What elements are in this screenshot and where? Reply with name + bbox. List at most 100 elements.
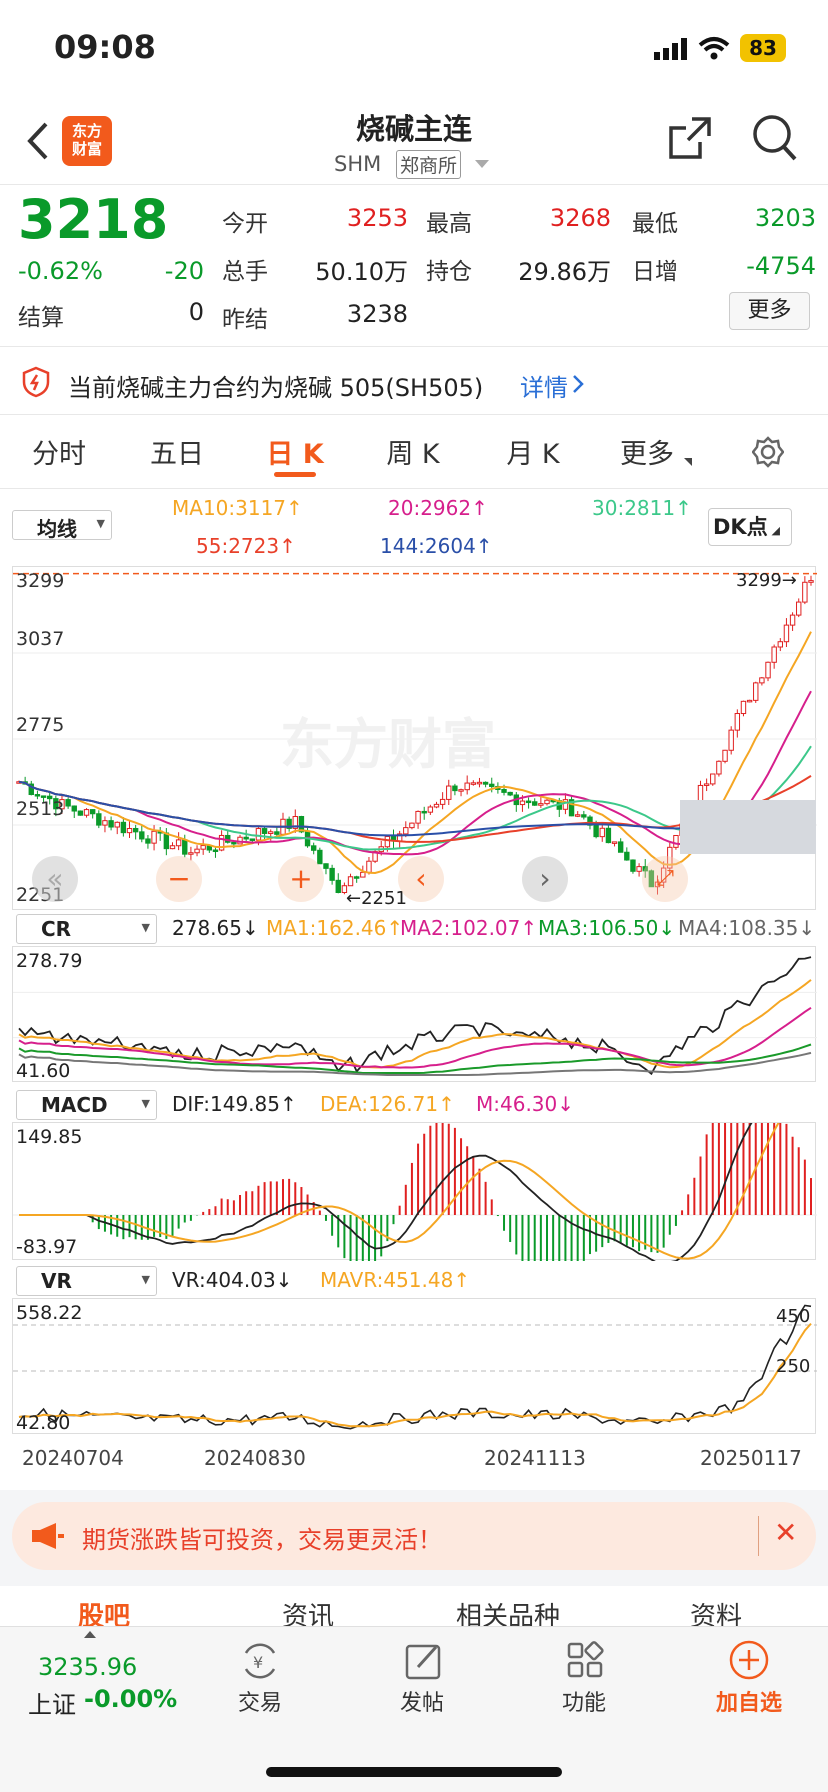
search-icon[interactable]: [752, 114, 798, 166]
tab-five-day[interactable]: 五日: [132, 432, 222, 471]
post-button[interactable]: 发帖: [382, 1685, 462, 1717]
cr-ma1: MA1:162.46↑: [266, 916, 404, 940]
tab-daily-k[interactable]: 日 K: [250, 432, 340, 471]
cr-ma2: MA2:102.07↑: [400, 916, 538, 940]
notice-text: 当前烧碱主力合约为烧碱 505(SH505): [68, 374, 484, 402]
dk-point-button[interactable]: DK点 ◢: [708, 508, 792, 546]
price-axis-2: 3037: [16, 628, 65, 650]
candle-body: [507, 791, 513, 796]
candle-body: [163, 832, 170, 850]
add-circle-icon: [728, 1639, 770, 1685]
candle-body: [673, 835, 679, 848]
candle-body: [759, 677, 765, 684]
candle-body: [525, 800, 532, 804]
candle-body: [323, 863, 329, 869]
candle-body: [317, 849, 323, 865]
divider: [758, 1516, 759, 1556]
subtab-related[interactable]: 相关品种: [456, 1596, 560, 1626]
zoom-out-icon[interactable]: −: [156, 856, 202, 902]
candle-body: [360, 871, 366, 878]
cr-value: 278.65↓: [172, 916, 259, 940]
exchange-dropdown-icon[interactable]: [475, 160, 489, 168]
daily-increase-label: 日增: [632, 259, 678, 285]
ma30-label: 30:2811↑: [592, 496, 692, 520]
macd-chart[interactable]: [12, 1048, 817, 1280]
candle-body: [458, 789, 464, 792]
close-icon[interactable]: ✕: [774, 1516, 797, 1549]
change-value: -20: [164, 257, 204, 285]
candle-body: [255, 828, 262, 841]
battery-level: 83: [749, 36, 777, 60]
scroll-left-icon[interactable]: ‹: [398, 856, 444, 902]
divider: [0, 184, 828, 185]
ma-select[interactable]: 均线 ▼: [12, 510, 112, 541]
exchange-badge: 郑商所: [396, 150, 462, 179]
cr-ma4: MA4:108.35↓: [678, 916, 816, 940]
dropdown-icon: ▼: [141, 1097, 150, 1110]
candle-body: [532, 801, 538, 806]
candle-body: [102, 820, 108, 826]
candle-body: [728, 729, 734, 751]
vr-ref-450: 450: [776, 1306, 811, 1327]
subtab-forum[interactable]: 股吧: [78, 1596, 130, 1626]
index-value[interactable]: 3235.96: [38, 1653, 137, 1681]
candle-body: [470, 782, 477, 785]
candle-body: [194, 848, 200, 854]
high-marker: 3299→: [736, 570, 797, 591]
candle-body: [771, 646, 777, 663]
candle-body: [34, 794, 41, 797]
cr-select[interactable]: CR ▼: [16, 914, 157, 944]
zoom-in-icon[interactable]: +: [278, 856, 324, 902]
tab-more[interactable]: 更多: [602, 432, 692, 471]
subtab-info[interactable]: 资料: [690, 1596, 742, 1626]
tab-intraday[interactable]: 分时: [14, 432, 104, 471]
vr-value: VR:404.03↓: [172, 1268, 293, 1292]
chevron-right-icon: [572, 374, 584, 398]
macd-select[interactable]: MACD ▼: [16, 1090, 157, 1120]
dif-line: [19, 1067, 812, 1265]
candle-body: [347, 876, 354, 887]
candle-body: [710, 773, 716, 785]
trade-button[interactable]: 交易: [220, 1685, 300, 1717]
candle-body: [83, 809, 90, 816]
signal-icon: [654, 38, 688, 64]
candle-body: [489, 783, 495, 787]
expand-icon[interactable]: ⤢: [642, 856, 688, 902]
candle-body: [740, 700, 747, 715]
add-watchlist-button[interactable]: 加自选: [704, 1685, 794, 1717]
candle-body: [427, 806, 434, 813]
candle-body: [581, 814, 587, 818]
scroll-left-fast-icon[interactable]: «: [32, 856, 78, 902]
gear-icon[interactable]: [751, 436, 785, 472]
notice-detail-link[interactable]: 详情: [520, 368, 568, 403]
open-value: 3253: [346, 204, 408, 232]
scroll-right-icon[interactable]: ›: [522, 856, 568, 902]
candle-body: [71, 805, 77, 812]
macd-axis-top: 149.85: [16, 1126, 83, 1148]
candle-body: [65, 799, 71, 807]
candle-body: [366, 860, 372, 873]
more-button[interactable]: 更多: [729, 292, 810, 330]
daily-increase-value: -4754: [746, 252, 816, 280]
candle-body: [753, 682, 759, 701]
edit-post-icon: [404, 1641, 444, 1685]
function-grid-icon: [566, 1641, 606, 1685]
candle-body: [212, 849, 219, 853]
promo-banner[interactable]: 期货涨跌皆可投资，交易更灵活！ ✕: [12, 1502, 816, 1570]
settle-label: 结算: [18, 305, 64, 331]
subtab-news[interactable]: 资讯: [282, 1596, 334, 1626]
cr-chart[interactable]: [12, 946, 817, 1082]
index-name: 上证: [28, 1691, 76, 1719]
tab-weekly-k[interactable]: 周 K: [368, 432, 458, 471]
index-change: -0.00%: [84, 1685, 178, 1713]
change-percent: -0.62%: [18, 257, 103, 285]
vr-select[interactable]: VR ▼: [16, 1266, 157, 1296]
ma10-label: MA10:3117↑: [172, 496, 303, 520]
candle-body: [335, 879, 341, 893]
vr-chart[interactable]: [12, 1298, 817, 1434]
candle-body: [476, 781, 483, 785]
back-icon[interactable]: [24, 120, 50, 166]
function-button[interactable]: 功能: [544, 1685, 624, 1717]
share-icon[interactable]: [668, 116, 712, 164]
tab-monthly-k[interactable]: 月 K: [488, 432, 578, 471]
